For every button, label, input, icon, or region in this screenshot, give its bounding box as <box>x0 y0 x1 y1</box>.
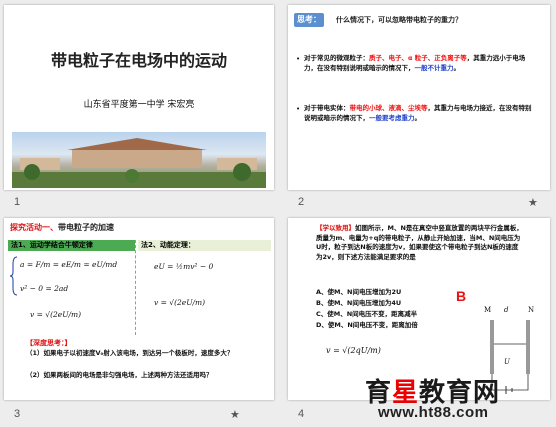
slide-number: 2 <box>298 196 305 208</box>
bullet-icon: • <box>296 55 301 63</box>
formula-velocity: v = √(2qU/m) <box>326 346 381 355</box>
option-d: D、使M、N间电压不变，距离加倍 <box>316 321 418 329</box>
divider <box>135 240 137 335</box>
campus-photo-art <box>12 138 266 188</box>
method-1-header: 法1、运动学结合牛顿定律 <box>8 240 135 251</box>
option-b: B、使M、N间电压增加为4U <box>316 299 402 307</box>
animation-star-icon[interactable]: ★ <box>528 196 538 209</box>
animation-star-icon[interactable]: ★ <box>230 408 240 421</box>
slide-number: 1 <box>14 196 21 208</box>
problem-text: 【学以致用】如图所示，M、N是在真空中竖直放置的两块平行金属板，质量为m、电量为… <box>316 224 523 261</box>
label-d: d <box>504 306 509 314</box>
equation-acceleration: a = F/m = eE/m = eU/md <box>20 260 118 269</box>
slide-thumbnail-1[interactable]: 带电粒子在电场中的运动 山东省平度第一中学 宋宏亮 <box>4 5 274 190</box>
answer-label: B <box>456 288 467 304</box>
paragraph-micro: 对于常见的微观粒子：质子、电子、α 粒子、正负离子等，其重力远小于电场力，在没有… <box>304 54 526 72</box>
bullet-icon: • <box>296 105 301 113</box>
label-n: N <box>528 306 535 314</box>
label-u: U <box>504 358 510 366</box>
deep-think-q1: （1）如果电子以初速度V₀射入该电场，到达另一个极板时，速度多大？ <box>26 349 234 357</box>
slide-title: 带电粒子在电场中的运动 <box>50 51 227 70</box>
slide-thumbnail-3[interactable]: 探究活动一、带电粒子的加速 法1、运动学结合牛顿定律 法2、动能定理： a = … <box>4 218 274 400</box>
slide-question: 什么情况下，可以忽略带电粒子的重力？ <box>336 16 462 24</box>
equation-energy: eU = ½mv² − 0 <box>154 262 214 271</box>
campus-photo <box>12 132 266 188</box>
slide-thumbnail-2[interactable]: 思考： 什么情况下，可以忽略带电粒子的重力？ • 对于常见的微观粒子：质子、电子… <box>288 5 550 190</box>
equation-velocity-1: v = √(2eU/m) <box>30 310 82 319</box>
equation-velocity-2: v = √(2eU/m) <box>154 298 206 307</box>
slide-subtitle: 山东省平度第一中学 宋宏亮 <box>83 100 195 110</box>
slide-number: 3 <box>14 408 21 420</box>
think-badge: 思考： <box>294 13 324 27</box>
label-m: M <box>484 306 492 314</box>
brace-icon <box>10 256 18 296</box>
equation-kinematics: v² − 0 = 2ad <box>20 284 69 293</box>
deep-think-q2: （2）如果两板间的电场是非匀强电场，上述两种方法还适用吗？ <box>26 371 213 379</box>
method-2-header: 法2、动能定理： <box>138 240 271 251</box>
option-a: A、使M、N间电压增加为2U <box>316 288 402 296</box>
option-c: C、使M、N间电压不变，距离减半 <box>316 310 418 318</box>
slide-number: 4 <box>298 408 305 420</box>
watermark-url: www.ht88.com <box>378 404 489 421</box>
deep-think-heading: 【深度思考：】 <box>26 339 72 347</box>
slide-title: 探究活动一、带电粒子的加速 <box>10 223 114 232</box>
paragraph-macro: 对于带电实体：带电的小球、液滴、尘埃等，其重力与电场力接近，在没有特别说明或暗示… <box>304 104 532 122</box>
